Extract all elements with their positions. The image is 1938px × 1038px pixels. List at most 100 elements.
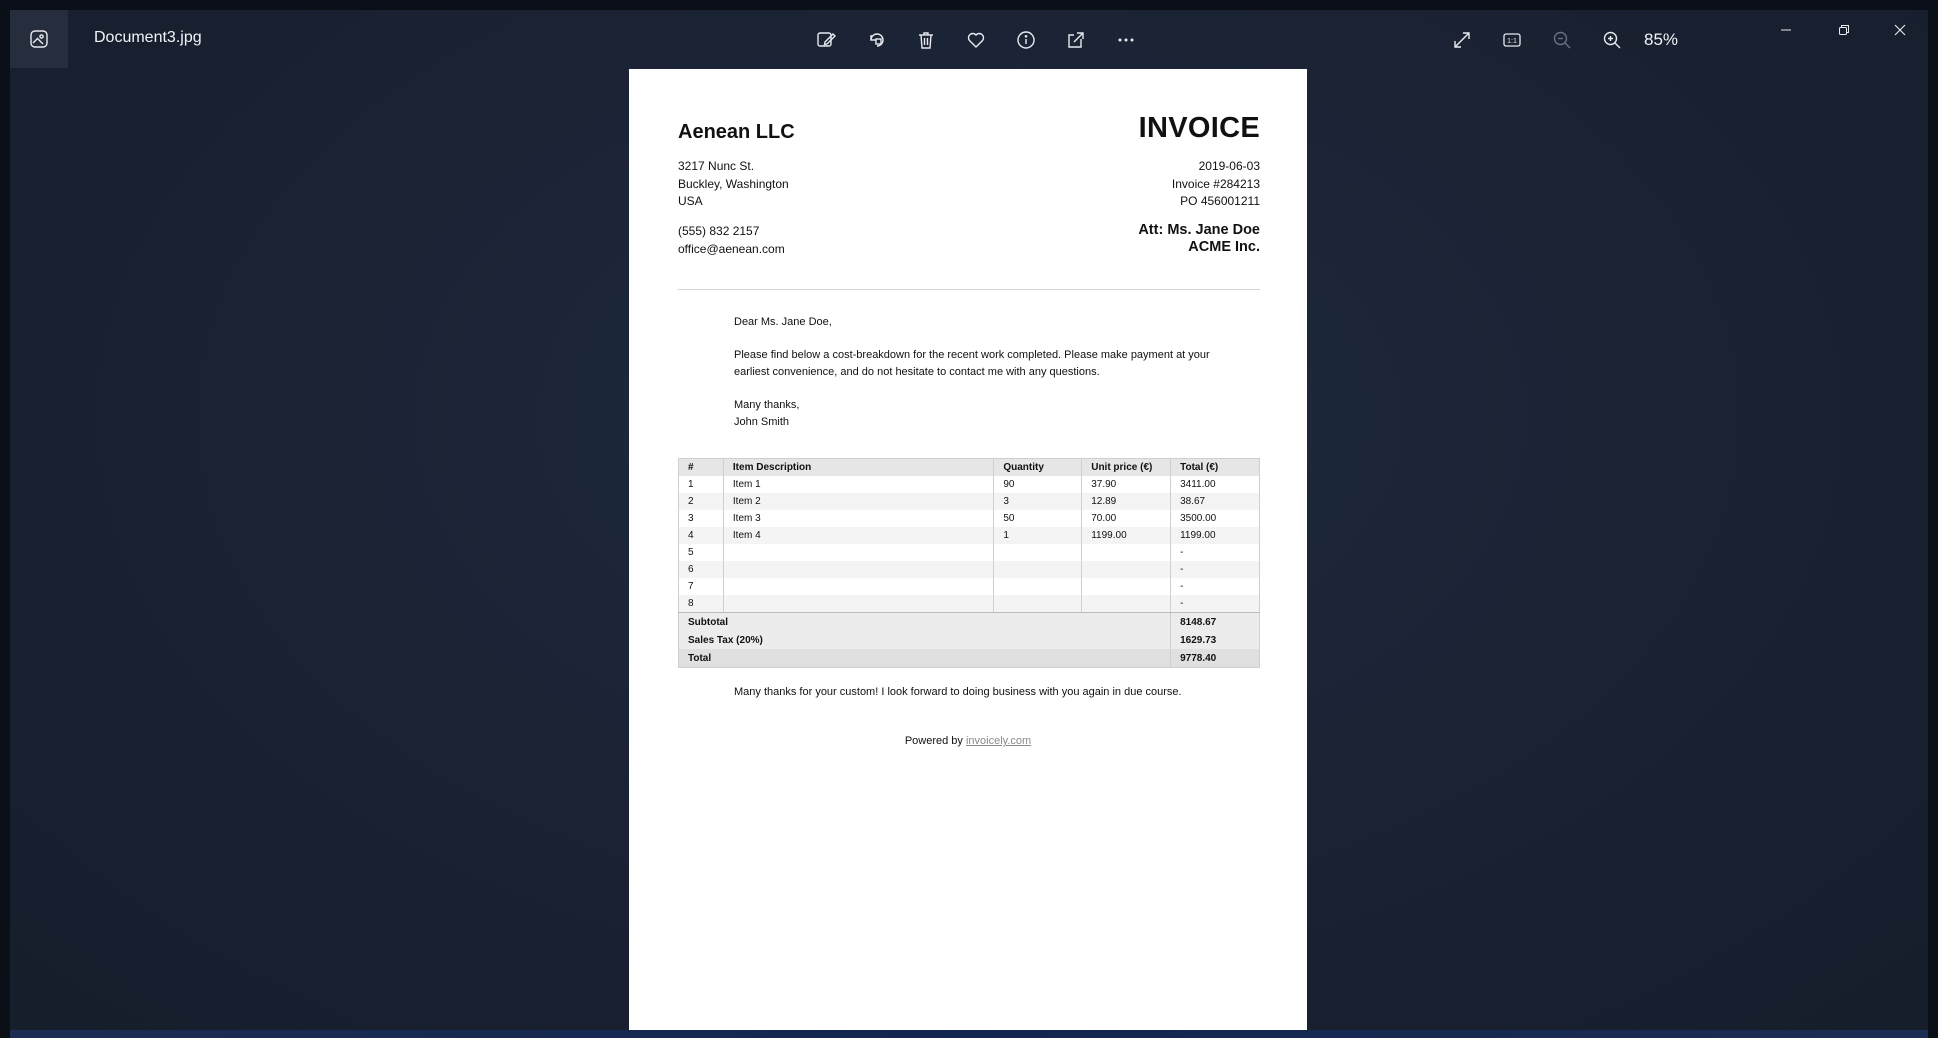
table-cell <box>1081 544 1172 561</box>
table-cell <box>1081 561 1172 578</box>
table-row: 2 Item 2 3 12.89 38.67 <box>678 493 1260 510</box>
tax-value: 1629.73 <box>1170 631 1260 649</box>
attention-company: ACME Inc. <box>1188 239 1260 255</box>
table-cell <box>723 578 995 595</box>
zoom-in-icon[interactable] <box>1596 24 1628 56</box>
company-contact: (555) 832 2157 office@aenean.com <box>678 223 785 258</box>
table-cell: 38.67 <box>1170 493 1260 510</box>
column-header: Quantity <box>993 458 1083 476</box>
signer-name: John Smith <box>734 416 790 428</box>
edit-image-icon[interactable] <box>810 24 842 56</box>
powered-by-label: Powered by <box>904 735 963 747</box>
file-name-title: Document3.jpg <box>94 29 202 46</box>
more-options-icon[interactable] <box>1110 24 1142 56</box>
table-cell: 7 <box>678 578 724 595</box>
column-header: Total (€) <box>1170 458 1260 476</box>
table-cell: 12.89 <box>1081 493 1172 510</box>
table-cell: 8 <box>678 595 724 613</box>
tax-label: Sales Tax (20%) <box>677 631 1172 649</box>
table-cell: Item 4 <box>723 527 995 544</box>
taskbar-strip <box>10 1030 1928 1038</box>
table-cell <box>723 544 995 561</box>
table-cell: - <box>1170 561 1260 578</box>
photos-app-icon[interactable] <box>10 10 68 68</box>
column-header: Item Description <box>723 458 995 476</box>
letter-body: Please find below a cost-breakdown for t… <box>734 349 1210 378</box>
table-cell <box>993 578 1083 595</box>
address-line: USA <box>678 194 703 208</box>
invoicely-link[interactable]: invoicely.com <box>966 735 1031 747</box>
table-cell: 90 <box>993 476 1083 493</box>
table-cell: 1199.00 <box>1081 527 1172 544</box>
table-cell <box>993 561 1083 578</box>
invoice-date: 2019-06-03 <box>1198 159 1260 173</box>
column-header: # <box>678 458 724 476</box>
restore-button[interactable] <box>1816 10 1872 50</box>
minimize-button[interactable] <box>1758 10 1814 50</box>
photos-viewer-window: Document3.jpg 1:1 85% Aenean LLC INVOICE… <box>10 10 1928 1030</box>
table-cell: - <box>1170 578 1260 595</box>
column-header: Unit price (€) <box>1081 458 1172 476</box>
line-items-table: # Item Description Quantity Unit price (… <box>677 458 1260 668</box>
table-cell: - <box>1170 544 1260 561</box>
table-row: 8- <box>678 595 1260 613</box>
signoff: Many thanks, John Smith <box>734 397 1214 431</box>
table-row: 6- <box>678 561 1260 578</box>
subtotal-label: Subtotal <box>677 612 1172 631</box>
share-icon[interactable] <box>1060 24 1092 56</box>
table-row: 7- <box>678 578 1260 595</box>
table-cell: 50 <box>993 510 1083 527</box>
company-address: 3217 Nunc St. Buckley, Washington USA <box>678 158 789 211</box>
table-cell: Item 3 <box>723 510 995 527</box>
table-row: 1 Item 1 90 37.90 3411.00 <box>678 476 1260 493</box>
phone-number: (555) 832 2157 <box>678 224 760 238</box>
rotate-icon[interactable] <box>861 24 893 56</box>
table-cell: 70.00 <box>1081 510 1172 527</box>
table-row: 3 Item 3 50 70.00 3500.00 <box>678 510 1260 527</box>
delete-icon[interactable] <box>910 24 942 56</box>
table-cell <box>723 595 995 613</box>
table-cell: 37.90 <box>1081 476 1172 493</box>
table-cell: Item 2 <box>723 493 995 510</box>
invoice-title: INVOICE <box>1138 112 1260 144</box>
table-cell: 5 <box>678 544 724 561</box>
zoom-level-text[interactable]: 85% <box>1644 30 1678 50</box>
invoice-document[interactable]: Aenean LLC INVOICE 3217 Nunc St. Buckley… <box>629 69 1307 1030</box>
table-cell <box>993 544 1083 561</box>
table-cell: 2 <box>678 493 724 510</box>
invoice-meta: 2019-06-03 Invoice #284213 PO 456001211 <box>1172 158 1260 211</box>
signoff-line: Many thanks, <box>734 399 800 411</box>
subtotal-row: Subtotal 8148.67 <box>677 612 1260 631</box>
zoom-out-icon[interactable] <box>1546 24 1578 56</box>
table-cell: 4 <box>678 527 724 544</box>
table-cell: 1 <box>993 527 1083 544</box>
close-button[interactable] <box>1872 10 1928 50</box>
attention-name: Att: Ms. Jane Doe <box>1138 222 1260 238</box>
actual-size-icon[interactable]: 1:1 <box>1496 24 1528 56</box>
table-cell: 3411.00 <box>1170 476 1260 493</box>
closing-note: Many thanks for your custom! I look forw… <box>734 686 1182 698</box>
powered-by: Powered by invoicely.com <box>629 735 1307 747</box>
total-label: Total <box>677 649 1172 668</box>
info-icon[interactable] <box>1010 24 1042 56</box>
address-line: 3217 Nunc St. <box>678 159 755 173</box>
table-cell: - <box>1170 595 1260 613</box>
fullscreen-icon[interactable] <box>1446 24 1478 56</box>
table-cell: 3 <box>678 510 724 527</box>
table-header-row: # Item Description Quantity Unit price (… <box>678 458 1260 476</box>
table-cell: 1199.00 <box>1170 527 1260 544</box>
total-row: Total 9778.40 <box>677 649 1260 668</box>
table-cell: Item 1 <box>723 476 995 493</box>
invoice-number: Invoice #284213 <box>1171 176 1260 191</box>
table-cell <box>1081 595 1172 613</box>
table-cell: 3 <box>993 493 1083 510</box>
favorite-icon[interactable] <box>960 24 992 56</box>
email-address: office@aenean.com <box>678 241 785 256</box>
header-divider <box>678 289 1260 290</box>
table-row: 4 Item 4 1 1199.00 1199.00 <box>678 527 1260 544</box>
greeting: Dear Ms. Jane Doe, <box>734 316 832 328</box>
table-cell: 1 <box>678 476 724 493</box>
table-cell <box>723 561 995 578</box>
total-value: 9778.40 <box>1170 649 1260 668</box>
table-cell: 3500.00 <box>1170 510 1260 527</box>
